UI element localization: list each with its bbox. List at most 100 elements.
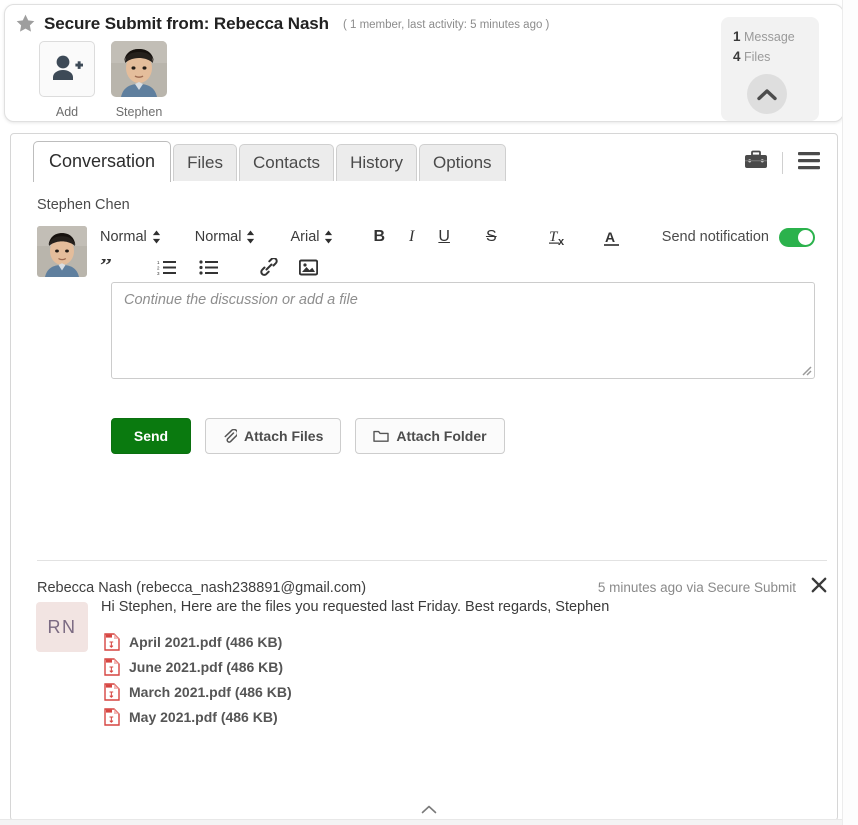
- tab-history[interactable]: History: [336, 144, 417, 181]
- tab-options[interactable]: Options: [418, 144, 506, 181]
- chevron-updown-icon: [247, 230, 255, 244]
- svg-text:↧: ↧: [108, 715, 115, 724]
- file-name: March 2021.pdf (486 KB): [129, 683, 292, 700]
- text-color-icon[interactable]: A: [603, 228, 621, 247]
- member-stephen[interactable]: Stephen: [111, 41, 167, 119]
- conversation-meta: ( 1 member, last activity: 5 minutes ago…: [342, 19, 550, 31]
- list-item[interactable]: ↧ March 2021.pdf (486 KB): [104, 679, 292, 704]
- svg-text:x: x: [558, 236, 565, 247]
- list-item[interactable]: ↧ June 2021.pdf (486 KB): [104, 654, 292, 679]
- ordered-list-icon[interactable]: 1 2 3: [157, 259, 176, 275]
- file-count: 4: [733, 49, 741, 64]
- message-count-label: Message: [744, 30, 795, 44]
- folder-icon: [373, 430, 390, 442]
- underline-button[interactable]: U: [438, 228, 450, 246]
- composer-avatar: [37, 226, 87, 277]
- style-select-value: Normal: [100, 229, 147, 245]
- close-icon[interactable]: [811, 577, 827, 598]
- toggle-knob: [798, 229, 813, 245]
- message-count: 1: [733, 29, 741, 44]
- attached-files-list: ↧ April 2021.pdf (486 KB) ↧ June 2021.pd…: [104, 629, 292, 729]
- file-count-line: 4 Files: [733, 47, 819, 67]
- list-item[interactable]: ↧ April 2021.pdf (486 KB): [104, 629, 292, 654]
- file-name: April 2021.pdf (486 KB): [129, 633, 283, 650]
- pdf-file-icon: ↧: [104, 707, 120, 726]
- star-icon[interactable]: [15, 13, 36, 34]
- message-sender: Rebecca Nash (rebecca_nash238891@gmail.c…: [37, 579, 367, 596]
- message-divider: [37, 560, 827, 561]
- image-icon[interactable]: [299, 259, 318, 276]
- member-label: Stephen: [115, 105, 163, 119]
- file-name: May 2021.pdf (486 KB): [129, 708, 278, 725]
- editor-toolbar: Normal Normal Arial B I U S T x A Send n…: [100, 222, 815, 282]
- send-notification-label: Send notification: [661, 229, 769, 245]
- link-icon[interactable]: [260, 258, 279, 276]
- bullet-list-icon[interactable]: [199, 259, 218, 275]
- pdf-file-icon: ↧: [104, 657, 120, 676]
- send-button-label: Send: [133, 428, 169, 444]
- svg-text:↧: ↧: [108, 690, 115, 699]
- message-header-right: 5 minutes ago via Secure Submit: [598, 577, 827, 598]
- font-select-value: Arial: [290, 229, 320, 245]
- avatar-initials: RN: [47, 616, 77, 637]
- add-person-icon: [53, 55, 83, 80]
- member-avatar[interactable]: [111, 41, 167, 97]
- tab-conversation[interactable]: Conversation: [33, 141, 172, 182]
- attach-files-button[interactable]: Attach Files: [205, 418, 342, 454]
- send-button[interactable]: Send: [111, 418, 191, 454]
- file-count-label: Files: [744, 50, 771, 64]
- conversation-stats: 1 Message 4 Files: [721, 17, 819, 121]
- svg-text:1: 1: [157, 260, 160, 265]
- hamburger-menu-icon[interactable]: [797, 151, 821, 175]
- conversation-title-row: Secure Submit from: Rebecca Nash ( 1 mem…: [15, 13, 549, 34]
- bold-button[interactable]: B: [373, 228, 385, 246]
- add-person-tile[interactable]: [39, 41, 95, 97]
- composer-author-name: Stephen Chen: [37, 197, 130, 213]
- svg-text:↧: ↧: [108, 665, 115, 674]
- icon-divider: [782, 151, 783, 174]
- collapse-header-button[interactable]: [747, 74, 787, 114]
- stephen-avatar-icon: [37, 226, 87, 277]
- message-editor[interactable]: Continue the discussion or add a file: [111, 282, 815, 379]
- message-editor-placeholder: Continue the discussion or add a file: [124, 292, 358, 308]
- pdf-file-icon: ↧: [104, 682, 120, 701]
- tab-files[interactable]: Files: [173, 144, 237, 181]
- file-name: June 2021.pdf (486 KB): [129, 658, 284, 675]
- attach-folder-button[interactable]: Attach Folder: [355, 418, 505, 454]
- send-notification-control: Send notification: [661, 227, 815, 247]
- italic-button[interactable]: I: [409, 228, 414, 246]
- svg-text:↧: ↧: [108, 640, 115, 649]
- footer-collapse-button[interactable]: [421, 801, 437, 819]
- tab-bar: Conversation Files Contacts History Opti…: [33, 141, 508, 182]
- font-select[interactable]: Arial: [290, 229, 333, 245]
- send-notification-toggle[interactable]: [779, 227, 815, 247]
- message-timestamp: 5 minutes ago via Secure Submit: [597, 580, 796, 595]
- composer-actions: Send Attach Files Attach Folder: [111, 418, 505, 454]
- page-scrollbar[interactable]: [842, 0, 858, 825]
- toolbar-row-2: ” 1 2 3: [100, 252, 815, 282]
- message-count-line: 1 Message: [733, 27, 819, 47]
- footer-strip: [0, 819, 858, 825]
- member-add[interactable]: Add: [39, 41, 95, 119]
- message-header: Rebecca Nash (rebecca_nash238891@gmail.c…: [37, 577, 827, 598]
- svg-text:3: 3: [157, 271, 160, 275]
- briefcase-icon[interactable]: [744, 150, 768, 175]
- clear-formatting-icon[interactable]: T x: [548, 228, 569, 247]
- chevron-up-icon: [757, 88, 777, 100]
- list-item[interactable]: ↧ May 2021.pdf (486 KB): [104, 704, 292, 729]
- svg-text:”: ”: [100, 259, 112, 275]
- resize-handle[interactable]: [800, 364, 812, 376]
- blockquote-icon[interactable]: ”: [100, 259, 118, 275]
- attach-folder-label: Attach Folder: [396, 428, 487, 444]
- pdf-file-icon: ↧: [104, 632, 120, 651]
- conversation-header-card: Secure Submit from: Rebecca Nash ( 1 mem…: [4, 4, 844, 122]
- message-text: Hi Stephen, Here are the files you reque…: [101, 599, 610, 615]
- strikethrough-button[interactable]: S: [486, 228, 497, 246]
- style-select[interactable]: Normal: [100, 229, 161, 245]
- svg-text:A: A: [605, 229, 615, 245]
- tab-contacts[interactable]: Contacts: [238, 144, 335, 181]
- members-list: Add Stephen: [39, 41, 167, 119]
- chevron-updown-icon: [325, 230, 333, 244]
- paperclip-icon: [224, 428, 237, 443]
- size-select[interactable]: Normal: [195, 229, 256, 245]
